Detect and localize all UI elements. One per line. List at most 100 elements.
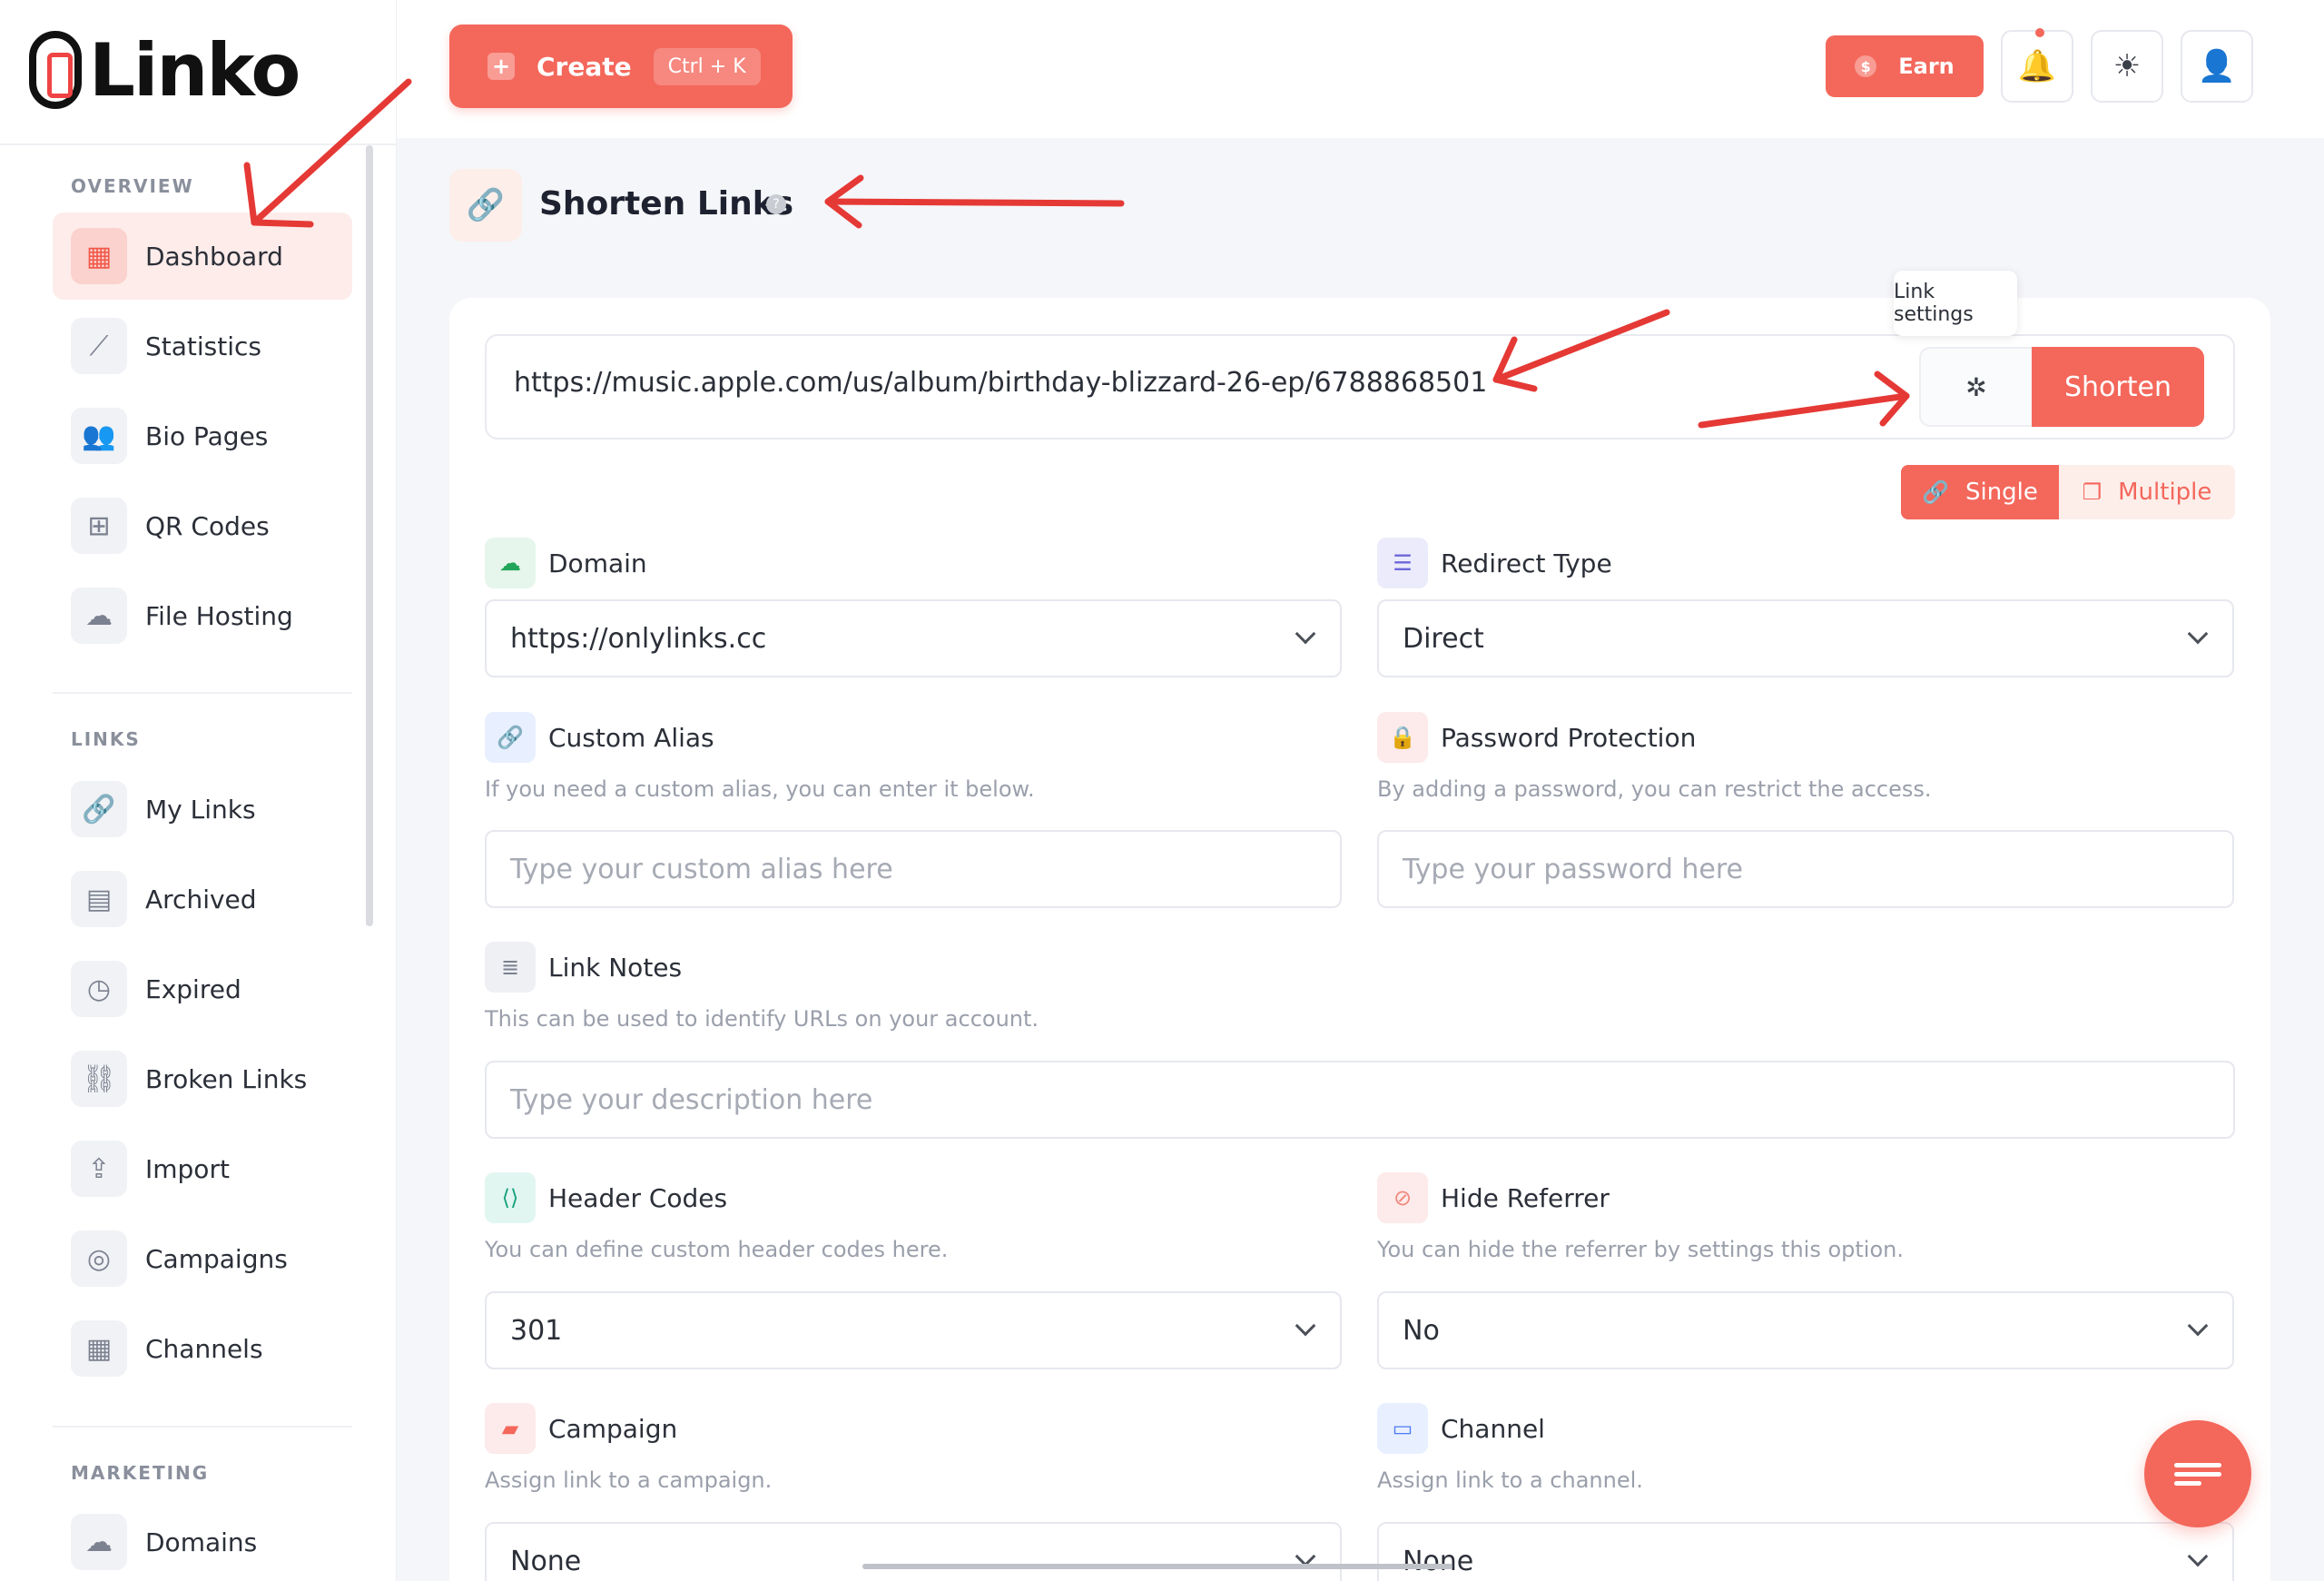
help-icon[interactable]: ? (766, 194, 786, 214)
sidebar-item-import[interactable]: ⇪ Import (53, 1125, 352, 1212)
theme-toggle-button[interactable]: ☀ (2091, 30, 2163, 103)
channel-select[interactable]: None (1377, 1522, 2234, 1581)
header-codes-description: You can define custom header codes here. (485, 1237, 949, 1262)
redirect-type-select[interactable]: Direct (1377, 599, 2234, 677)
campaign-label: ▰ Campaign (485, 1403, 677, 1454)
grid-icon: ▦ (71, 1320, 127, 1377)
section-label-marketing: MARKETING (71, 1462, 210, 1484)
header-codes-label-text: Header Codes (548, 1182, 728, 1213)
import-icon: ⇪ (71, 1141, 127, 1197)
sidebar-item-label: Domains (145, 1527, 258, 1557)
horizontal-scrollbar[interactable] (862, 1564, 1452, 1569)
logo[interactable]: Linko (29, 27, 300, 113)
qr-icon: ⊞ (71, 498, 127, 554)
sidebar-item-expired[interactable]: ◷ Expired (53, 945, 352, 1033)
sidebar-item-statistics[interactable]: ⟋ Statistics (53, 302, 352, 390)
hide-referrer-select[interactable]: No (1377, 1291, 2234, 1369)
notes-label-text: Link Notes (548, 952, 683, 983)
campaign-select[interactable]: None (485, 1522, 1342, 1581)
link-icon: 🔗 (449, 169, 522, 242)
password-input[interactable]: Type your password here (1377, 830, 2234, 908)
channel-icon: ▭ (1377, 1403, 1428, 1454)
channel-label: ▭ Channel (1377, 1403, 1545, 1454)
hide-referrer-select-value: No (1403, 1314, 1440, 1347)
sidebar-item-label: Campaigns (145, 1243, 288, 1274)
sidebar-item-campaigns[interactable]: ◎ Campaigns (53, 1215, 352, 1302)
notes-input[interactable]: Type your description here (485, 1061, 2235, 1139)
hide-referrer-label-text: Hide Referrer (1441, 1182, 1610, 1213)
header-codes-select[interactable]: 301 (485, 1291, 1342, 1369)
channel-label-text: Channel (1441, 1413, 1545, 1444)
campaign-label-text: Campaign (548, 1413, 678, 1444)
notification-dot (2035, 28, 2044, 37)
link-icon: 🔗 (485, 712, 536, 763)
cloud-icon: ☁ (71, 1514, 127, 1570)
custom-alias-input[interactable]: Type your custom alias here (485, 830, 1342, 908)
gear-icon: ✲ (1965, 371, 1987, 402)
bell-icon: 🔔 (2017, 48, 2057, 84)
logo-icon (29, 31, 82, 109)
sidebar-item-file-hosting[interactable]: ☁ File Hosting (53, 572, 352, 659)
custom-alias-label: 🔗 Custom Alias (485, 712, 714, 763)
link-icon: 🔗 (71, 781, 127, 837)
notes-description: This can be used to identify URLs on you… (485, 1006, 1039, 1032)
earn-button[interactable]: $ Earn (1826, 35, 1984, 97)
sidebar-item-label: Broken Links (145, 1063, 308, 1094)
password-label: 🔒 Password Protection (1377, 712, 1696, 763)
redirect-type-label: ☰ Redirect Type (1377, 538, 1612, 588)
notifications-button[interactable]: 🔔 (2001, 28, 2073, 103)
create-button[interactable]: + Create Ctrl + K (449, 25, 793, 108)
hide-referrer-label: ⊘ Hide Referrer (1377, 1172, 1610, 1223)
sidebar: Linko OVERVIEW ▦ Dashboard ⟋ Statistics … (0, 0, 397, 1581)
sidebar-item-dashboard[interactable]: ▦ Dashboard (53, 212, 352, 300)
cloud-icon: ☁ (485, 538, 536, 588)
link-settings-tooltip: Link settings (1894, 271, 2017, 336)
notes-icon: ≣ (485, 942, 536, 993)
sidebar-item-label: Channels (145, 1333, 263, 1364)
sidebar-item-broken-links[interactable]: ⛓ Broken Links (53, 1035, 352, 1122)
domain-select-value: https://onlylinks.cc (510, 622, 767, 655)
channel-select-value: None (1403, 1545, 1474, 1577)
campaign-description: Assign link to a campaign. (485, 1467, 773, 1493)
sidebar-item-label: Dashboard (145, 241, 283, 272)
mode-multiple-button[interactable]: ❐ Multiple (2059, 465, 2235, 519)
sidebar-item-my-links[interactable]: 🔗 My Links (53, 766, 352, 853)
sidebar-item-qr-codes[interactable]: ⊞ QR Codes (53, 482, 352, 569)
chevron-down-icon (2187, 1546, 2209, 1567)
channel-description: Assign link to a channel. (1377, 1467, 1643, 1493)
grid-icon: ▦ (71, 228, 127, 284)
mode-single-button[interactable]: 🔗 Single (1901, 465, 2059, 519)
custom-alias-description: If you need a custom alias, you can ente… (485, 776, 1035, 802)
link-icon: 🔗 (1922, 479, 1949, 505)
menu-icon (2174, 1458, 2221, 1490)
logo-text: Linko (89, 27, 300, 113)
divider (53, 692, 352, 694)
list-icon: ☰ (1377, 538, 1428, 588)
sidebar-item-archived[interactable]: ▤ Archived (53, 855, 352, 943)
domain-label: ☁ Domain (485, 538, 647, 588)
sidebar-item-bio-pages[interactable]: 👥 Bio Pages (53, 392, 352, 479)
shorten-button[interactable]: Shorten (2032, 347, 2204, 427)
cloud-icon: ☁ (71, 588, 127, 644)
folder-icon: ▰ (485, 1403, 536, 1454)
domain-select[interactable]: https://onlylinks.cc (485, 599, 1342, 677)
users-icon: 👥 (71, 408, 127, 464)
url-input-value[interactable]: https://music.apple.com/us/album/birthda… (514, 367, 1487, 399)
sidebar-item-label: Statistics (145, 331, 261, 361)
coin-icon: $ (1855, 55, 1877, 77)
sidebar-item-channels[interactable]: ▦ Channels (53, 1305, 352, 1392)
menu-fab-button[interactable] (2144, 1420, 2251, 1527)
link-settings-button[interactable]: ✲ (1919, 347, 2034, 427)
user-menu-button[interactable]: 👤 (2181, 30, 2253, 103)
mode-multiple-label: Multiple (2118, 479, 2212, 506)
domain-label-text: Domain (548, 548, 647, 578)
sidebar-item-label: Archived (145, 884, 257, 914)
redirect-type-label-text: Redirect Type (1441, 548, 1612, 578)
sidebar-scrollbar[interactable] (366, 145, 373, 926)
mode-single-label: Single (1965, 479, 2038, 506)
sidebar-item-domains[interactable]: ☁ Domains (53, 1498, 352, 1581)
password-description: By adding a password, you can restrict t… (1377, 776, 1932, 802)
clock-icon: ◷ (71, 961, 127, 1017)
sidebar-item-label: QR Codes (145, 510, 270, 541)
code-icon: ⟨⟩ (485, 1172, 536, 1223)
